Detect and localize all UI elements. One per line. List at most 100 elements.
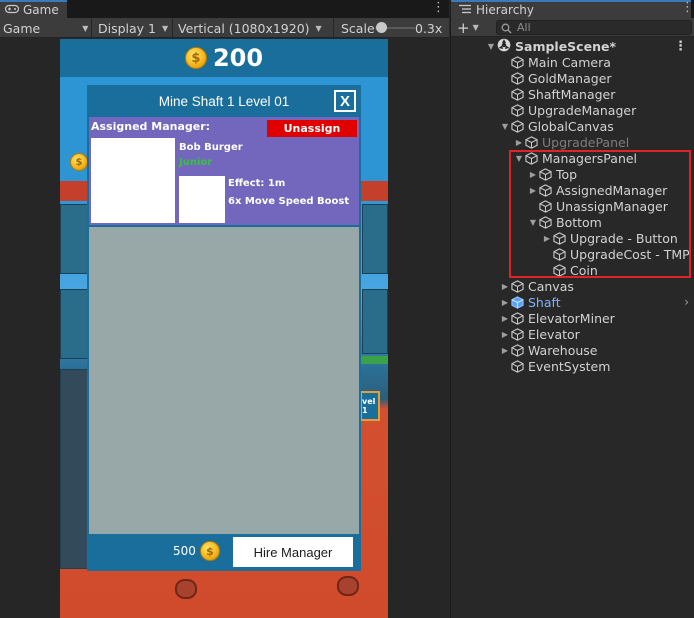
boost-description: 6x Move Speed Boost bbox=[228, 196, 350, 207]
manager-list[interactable] bbox=[89, 227, 359, 534]
expand-arrow-icon[interactable]: ▼ bbox=[499, 122, 511, 131]
kebab-menu-icon[interactable]: ⋮ bbox=[432, 1, 445, 15]
level-badge[interactable]: vel 1 bbox=[360, 391, 380, 421]
hire-manager-button[interactable]: Hire Manager bbox=[233, 537, 353, 567]
chevron-down-icon: ▼ bbox=[82, 23, 89, 33]
toolbar-divider bbox=[333, 18, 334, 38]
hierarchy-item-label: Warehouse bbox=[528, 342, 598, 358]
chevron-down-icon: ▼ bbox=[315, 23, 322, 33]
collapse-arrow-icon[interactable]: ▶ bbox=[499, 330, 511, 339]
gameobject-cube-icon bbox=[511, 55, 528, 69]
gameobject-cube-icon bbox=[511, 327, 528, 341]
hierarchy-item-label: EventSystem bbox=[528, 358, 611, 374]
hierarchy-item[interactable]: ▶ Canvas bbox=[451, 278, 694, 294]
hierarchy-search-input[interactable]: All bbox=[496, 20, 692, 35]
hierarchy-item-label: GoldManager bbox=[528, 70, 612, 86]
game-tab-bar: Game ⋮ bbox=[0, 0, 449, 18]
hierarchy-item-label: Shaft bbox=[528, 294, 561, 310]
scale-label: Scale bbox=[341, 20, 375, 36]
hierarchy-item[interactable]: ▶ Warehouse bbox=[451, 342, 694, 358]
gameobject-cube-icon bbox=[511, 311, 528, 325]
hierarchy-item[interactable]: ▶ Shaft › bbox=[451, 294, 694, 310]
shaft-wall-right bbox=[362, 289, 388, 354]
chevron-right-icon[interactable]: › bbox=[684, 295, 689, 309]
hierarchy-item[interactable]: ShaftManager bbox=[451, 86, 694, 102]
hierarchy-item[interactable]: ▶ Elevator bbox=[451, 326, 694, 342]
shaft-wall-left bbox=[60, 289, 88, 359]
toolbar-divider bbox=[172, 18, 173, 38]
game-mode-dropdown[interactable]: Game ▼ bbox=[0, 18, 88, 38]
hierarchy-tab[interactable]: Hierarchy bbox=[451, 0, 691, 18]
resolution-dropdown[interactable]: Vertical (1080x1920) ▼ bbox=[175, 18, 322, 38]
managers-panel-header: Mine Shaft 1 Level 01 X bbox=[87, 85, 361, 117]
gold-amount: 200 bbox=[212, 44, 264, 72]
hierarchy-item-label: ShaftManager bbox=[528, 86, 616, 102]
managers-panel-bottom: 500 $ Hire Manager bbox=[87, 534, 361, 571]
coin-icon: $ bbox=[184, 47, 207, 69]
chevron-down-icon: ▼ bbox=[162, 23, 169, 33]
collapse-arrow-icon[interactable]: ▶ bbox=[499, 346, 511, 355]
hierarchy-item[interactable]: ▶ UpgradePanel bbox=[451, 134, 694, 150]
shaft-wall-left bbox=[60, 204, 88, 274]
game-panel: Game ⋮ Game ▼ Display 1 ▼ Vertical (1080… bbox=[0, 0, 449, 618]
hierarchy-item[interactable]: GoldManager bbox=[451, 70, 694, 86]
game-tab[interactable]: Game bbox=[0, 0, 67, 18]
collapse-arrow-icon[interactable]: ▶ bbox=[499, 314, 511, 323]
hierarchy-item[interactable]: EventSystem bbox=[451, 358, 694, 374]
boost-icon bbox=[179, 176, 225, 223]
collapse-arrow-icon[interactable]: ▶ bbox=[513, 138, 525, 147]
hierarchy-item-label: Main Camera bbox=[528, 54, 611, 70]
hierarchy-item-label: GlobalCanvas bbox=[528, 118, 614, 134]
hierarchy-panel: Hierarchy ⋮ + ▼ All ▼ SampleScene* ⋮ Mai… bbox=[450, 0, 694, 618]
coin-icon: $ bbox=[70, 153, 88, 171]
rock-icon bbox=[175, 579, 197, 599]
shaft-roof-left bbox=[60, 181, 90, 201]
collapse-arrow-icon[interactable]: ▶ bbox=[499, 282, 511, 291]
close-button[interactable]: X bbox=[334, 90, 356, 112]
elevator-shaft bbox=[60, 369, 88, 569]
gameobject-cube-icon bbox=[511, 343, 528, 357]
gameobject-cube-icon bbox=[511, 71, 528, 85]
hierarchy-item[interactable]: ▼ GlobalCanvas bbox=[451, 118, 694, 134]
gameobject-cube-icon bbox=[511, 119, 528, 133]
add-object-button[interactable]: + ▼ bbox=[457, 18, 479, 37]
chevron-down-icon: ▼ bbox=[472, 23, 479, 32]
scene-label: SampleScene* bbox=[515, 38, 616, 54]
plus-icon: + bbox=[457, 18, 470, 37]
scale-value: 0.3x bbox=[415, 20, 443, 36]
assigned-manager-label: Assigned Manager: bbox=[91, 120, 211, 133]
coin-icon: $ bbox=[200, 541, 220, 561]
gameobject-cube-icon bbox=[511, 279, 528, 293]
close-icon: X bbox=[339, 92, 350, 110]
shaft-wall-right bbox=[362, 204, 388, 274]
gamepad-icon bbox=[4, 3, 20, 17]
unassign-button[interactable]: Unassign bbox=[267, 120, 357, 137]
kebab-menu-icon[interactable]: ⋮ bbox=[681, 1, 694, 15]
hierarchy-toolbar: + ▼ All bbox=[451, 18, 694, 37]
display-dropdown[interactable]: Display 1 ▼ bbox=[95, 18, 168, 38]
managers-panel-title: Mine Shaft 1 Level 01 bbox=[158, 93, 290, 109]
gameobject-cube-icon bbox=[511, 359, 528, 373]
manager-rank: Junior bbox=[179, 157, 213, 168]
game-mode-label: Game bbox=[3, 20, 41, 36]
hierarchy-item-label: UpgradePanel bbox=[542, 134, 630, 150]
game-screen[interactable]: $ vel 1 $ 200 Mine Shaft 1 Level 01 X As… bbox=[60, 39, 388, 618]
manager-portrait bbox=[91, 138, 175, 223]
scene-row[interactable]: ▼ SampleScene* ⋮ bbox=[451, 38, 694, 54]
hierarchy-item-label: Canvas bbox=[528, 278, 574, 294]
managers-panel: Mine Shaft 1 Level 01 X Assigned Manager… bbox=[87, 85, 361, 571]
scale-slider-handle[interactable] bbox=[376, 22, 387, 33]
hierarchy-item[interactable]: Main Camera bbox=[451, 54, 694, 70]
assigned-manager-section: Assigned Manager: Unassign Bob Burger Ju… bbox=[89, 117, 359, 225]
collapse-arrow-icon[interactable]: ▶ bbox=[499, 298, 511, 307]
hierarchy-item[interactable]: ▶ ElevatorMiner bbox=[451, 310, 694, 326]
expand-arrow-icon[interactable]: ▼ bbox=[485, 42, 497, 51]
gold-bar: $ 200 bbox=[60, 39, 388, 77]
resolution-label: Vertical (1080x1920) bbox=[178, 20, 310, 36]
hierarchy-tab-bar: Hierarchy ⋮ bbox=[451, 0, 694, 18]
hierarchy-item[interactable]: UpgradeManager bbox=[451, 102, 694, 118]
kebab-menu-icon[interactable]: ⋮ bbox=[674, 39, 687, 54]
shaft-roof-right bbox=[360, 181, 388, 201]
game-viewport[interactable]: $ vel 1 $ 200 Mine Shaft 1 Level 01 X As… bbox=[0, 39, 449, 618]
toolbar-divider bbox=[91, 18, 92, 38]
